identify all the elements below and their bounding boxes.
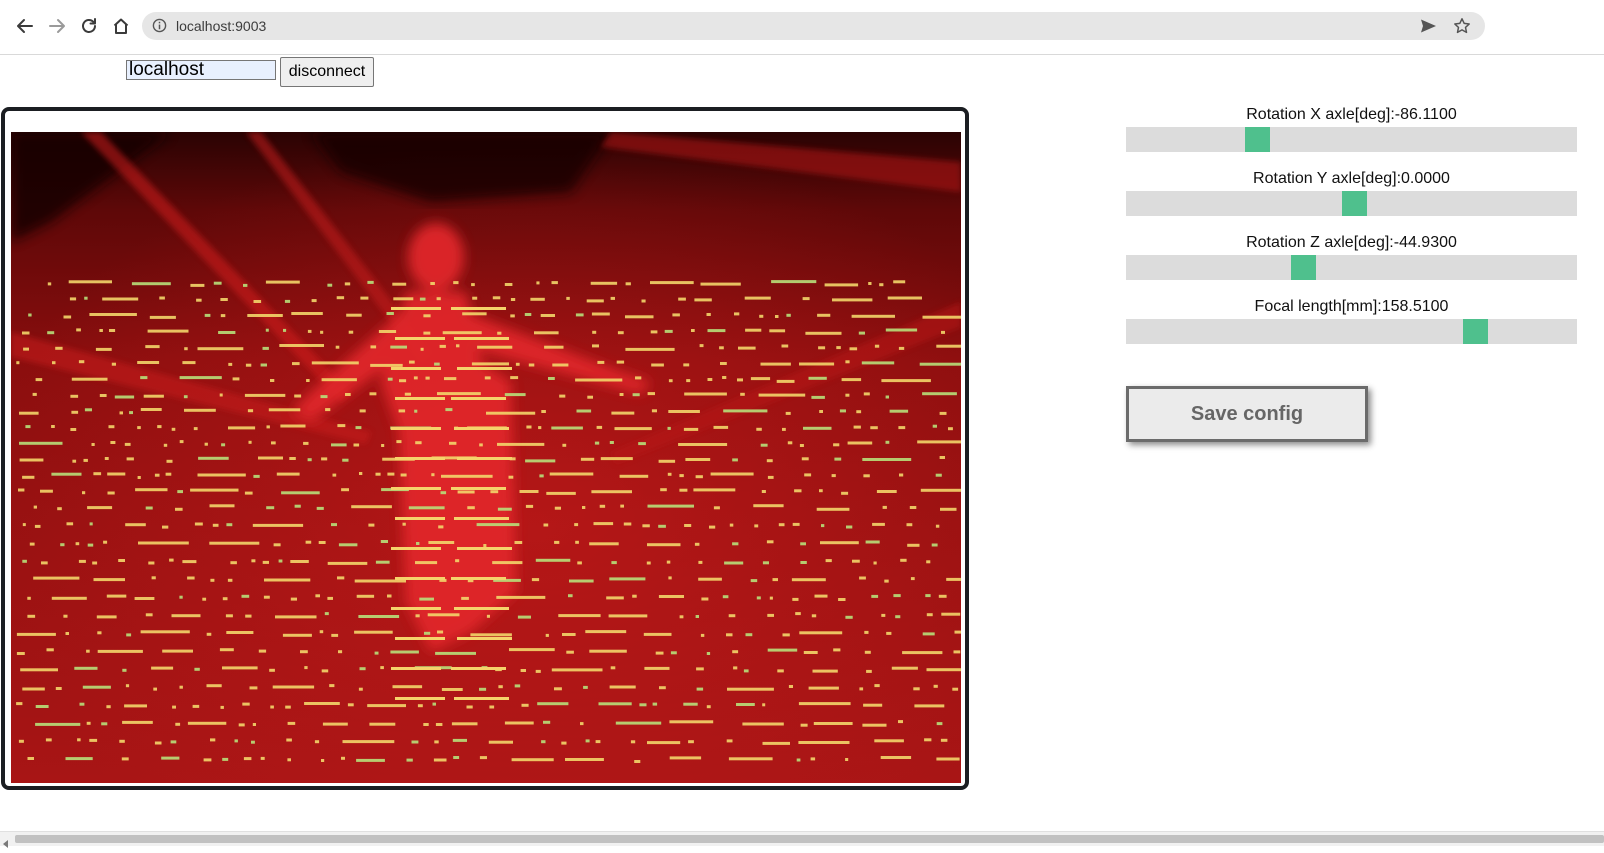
rotation-x-slider[interactable] xyxy=(1126,127,1577,152)
camera-frame xyxy=(1,107,969,790)
focal-length-slider[interactable] xyxy=(1126,319,1577,344)
url-text[interactable]: localhost:9003 xyxy=(176,12,266,40)
disconnect-button[interactable]: disconnect xyxy=(280,57,374,87)
rotation-y-slider[interactable] xyxy=(1126,191,1577,216)
save-config-button[interactable]: Save config xyxy=(1126,386,1368,442)
horizontal-scrollbar[interactable] xyxy=(0,831,1604,848)
slider-thumb[interactable] xyxy=(1291,255,1316,280)
home-icon xyxy=(113,18,129,34)
host-input[interactable] xyxy=(126,60,276,80)
arrow-right-icon xyxy=(49,19,65,33)
slider-thumb[interactable] xyxy=(1342,191,1367,216)
scroll-left-icon[interactable] xyxy=(3,835,9,853)
scrollbar-thumb[interactable] xyxy=(15,835,1604,843)
reload-icon xyxy=(82,18,96,33)
send-icon[interactable] xyxy=(1420,18,1437,39)
slider-label: Rotation X axle[deg]:-86.1100 xyxy=(1246,106,1457,123)
slider-thumb[interactable] xyxy=(1245,127,1270,152)
arrow-left-icon xyxy=(17,19,33,33)
browser-toolbar: localhost:9003 xyxy=(0,0,1604,55)
slider-label: Focal length[mm]:158.5100 xyxy=(1254,298,1449,315)
forward-button[interactable] xyxy=(44,13,70,39)
address-bar[interactable]: localhost:9003 xyxy=(142,12,1485,40)
rotation-z-slider[interactable] xyxy=(1126,255,1577,280)
slider-thumb[interactable] xyxy=(1463,319,1488,344)
slider-label: Rotation Y axle[deg]:0.0000 xyxy=(1253,170,1450,187)
camera-image xyxy=(11,132,961,783)
home-button[interactable] xyxy=(108,13,134,39)
slider-label: Rotation Z axle[deg]:-44.9300 xyxy=(1246,234,1457,251)
back-button[interactable] xyxy=(12,13,38,39)
reload-button[interactable] xyxy=(76,13,102,39)
info-icon[interactable] xyxy=(152,18,167,38)
star-icon[interactable] xyxy=(1453,17,1471,40)
